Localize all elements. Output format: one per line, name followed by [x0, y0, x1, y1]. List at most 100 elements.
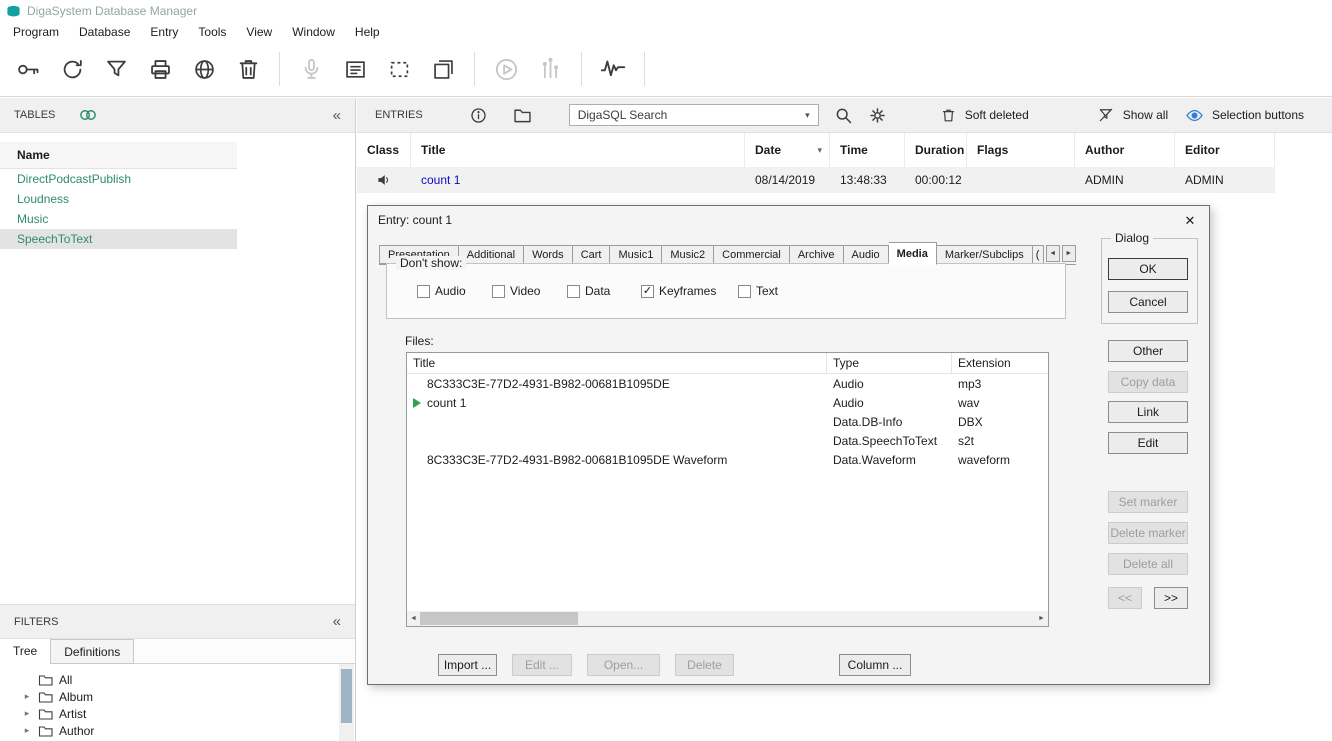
- date-filter-arrow-icon[interactable]: ▾: [817, 145, 822, 156]
- cancel-button[interactable]: Cancel: [1108, 291, 1188, 313]
- checkbox-keyframes[interactable]: ✓ Keyframes: [641, 284, 716, 298]
- checkbox-box[interactable]: [417, 285, 430, 298]
- selection-button[interactable]: [380, 50, 418, 88]
- next-entry-button[interactable]: >>: [1154, 587, 1188, 609]
- key-button[interactable]: [9, 50, 47, 88]
- gear-icon[interactable]: [867, 105, 888, 126]
- checkbox-text[interactable]: Text: [738, 284, 778, 298]
- menu-view[interactable]: View: [236, 23, 282, 41]
- tab-additional[interactable]: Additional: [459, 245, 524, 264]
- checkbox-box[interactable]: ✓: [641, 285, 654, 298]
- tree-scrollbar-thumb[interactable]: [341, 669, 352, 723]
- checkbox-data[interactable]: Data: [567, 284, 610, 298]
- table-item[interactable]: Music: [0, 209, 237, 229]
- tab-music2[interactable]: Music2: [662, 245, 714, 264]
- file-row[interactable]: 8C333C3E-77D2-4931-B982-00681B1095DE Wav…: [407, 450, 1048, 469]
- delete-marker-button[interactable]: Delete marker: [1108, 522, 1188, 544]
- table-item[interactable]: Loudness: [0, 189, 237, 209]
- soft-deleted-toggle[interactable]: Soft deleted: [940, 107, 1029, 124]
- tab-words[interactable]: Words: [524, 245, 573, 264]
- close-icon[interactable]: ✕: [1177, 210, 1203, 232]
- filter-button[interactable]: [97, 50, 135, 88]
- show-all-toggle[interactable]: Show all: [1097, 106, 1168, 124]
- tree-item-album[interactable]: ▸ Album: [0, 688, 355, 705]
- tab-definitions[interactable]: Definitions: [50, 639, 134, 664]
- file-row[interactable]: count 1 Audio wav: [407, 393, 1048, 412]
- column-header-title[interactable]: Title: [411, 133, 745, 167]
- other-button[interactable]: Other: [1108, 340, 1188, 362]
- previous-entry-button[interactable]: <<: [1108, 587, 1142, 609]
- column-header-editor[interactable]: Editor: [1175, 133, 1275, 167]
- column-header-date[interactable]: Date ▾: [745, 133, 830, 167]
- dialog-titlebar[interactable]: Entry: count 1: [368, 206, 1209, 234]
- tree-item-author[interactable]: ▸ Author: [0, 722, 355, 739]
- link-button[interactable]: Link: [1108, 401, 1188, 423]
- tree-item-artist[interactable]: ▸ Artist: [0, 705, 355, 722]
- expand-arrow-icon[interactable]: ▸: [22, 725, 32, 736]
- tab-scroll-left-icon[interactable]: ◄: [1046, 245, 1060, 262]
- selection-buttons-toggle[interactable]: Selection buttons: [1185, 106, 1304, 125]
- tab-marker-subclips[interactable]: Marker/Subclips: [937, 245, 1033, 264]
- tab-audio[interactable]: Audio: [844, 245, 889, 264]
- ok-button[interactable]: OK: [1108, 258, 1188, 280]
- tree-item-all[interactable]: All: [0, 671, 355, 688]
- copy-data-button[interactable]: Copy data: [1108, 371, 1188, 393]
- delete-all-button[interactable]: Delete all: [1108, 553, 1188, 575]
- tab-tree[interactable]: Tree: [0, 639, 50, 664]
- files-column-extension[interactable]: Extension: [952, 353, 1048, 373]
- scroll-left-icon[interactable]: ◄: [407, 611, 420, 626]
- column-header-flags[interactable]: Flags: [967, 133, 1075, 167]
- edit-file-button[interactable]: Edit ...: [512, 654, 572, 676]
- waveform-button[interactable]: [594, 50, 632, 88]
- files-column-title[interactable]: Title: [407, 353, 827, 373]
- menu-help[interactable]: Help: [345, 23, 390, 41]
- new-window-button[interactable]: [424, 50, 462, 88]
- column-header-class[interactable]: Class: [357, 133, 411, 167]
- column-button[interactable]: Column ...: [839, 654, 911, 676]
- tab-cart[interactable]: Cart: [573, 245, 611, 264]
- tree-scrollbar[interactable]: [339, 664, 354, 741]
- checkbox-video[interactable]: Video: [492, 284, 540, 298]
- menu-entry[interactable]: Entry: [140, 23, 188, 41]
- scrollbar-thumb[interactable]: [420, 612, 578, 625]
- checkbox-box[interactable]: [567, 285, 580, 298]
- info-icon[interactable]: [469, 106, 488, 125]
- refresh-button[interactable]: [53, 50, 91, 88]
- tab-archive[interactable]: Archive: [790, 245, 844, 264]
- import-button[interactable]: Import ...: [438, 654, 497, 676]
- checkbox-box[interactable]: [738, 285, 751, 298]
- connections-icon[interactable]: [77, 104, 99, 126]
- menu-database[interactable]: Database: [69, 23, 140, 41]
- checkbox-audio[interactable]: Audio: [417, 284, 466, 298]
- entry-row[interactable]: count 1 08/14/2019 13:48:33 00:00:12 ADM…: [357, 167, 1275, 193]
- folder-icon[interactable]: [512, 105, 533, 126]
- open-button[interactable]: Open...: [587, 654, 660, 676]
- digasql-search-combobox[interactable]: DigaSQL Search ▾: [569, 104, 819, 126]
- search-icon[interactable]: [833, 105, 854, 126]
- chevron-down-icon[interactable]: ▾: [805, 110, 810, 121]
- print-button[interactable]: [141, 50, 179, 88]
- text-entry-button[interactable]: [336, 50, 374, 88]
- file-row[interactable]: 8C333C3E-77D2-4931-B982-00681B1095DE Aud…: [407, 374, 1048, 393]
- tab-scroll-right-icon[interactable]: ►: [1062, 245, 1076, 262]
- tab-music1[interactable]: Music1: [610, 245, 662, 264]
- menu-program[interactable]: Program: [3, 23, 69, 41]
- delete-button[interactable]: [229, 50, 267, 88]
- collapse-filters-button[interactable]: «: [333, 614, 341, 629]
- file-row[interactable]: Data.SpeechToText s2t: [407, 431, 1048, 450]
- delete-file-button[interactable]: Delete: [675, 654, 734, 676]
- edit-button[interactable]: Edit: [1108, 432, 1188, 454]
- scroll-right-icon[interactable]: ►: [1035, 611, 1048, 626]
- menu-window[interactable]: Window: [282, 23, 345, 41]
- files-horizontal-scrollbar[interactable]: ◄ ►: [407, 611, 1048, 626]
- expand-arrow-icon[interactable]: ▸: [22, 708, 32, 719]
- checkbox-box[interactable]: [492, 285, 505, 298]
- menu-tools[interactable]: Tools: [188, 23, 236, 41]
- tables-column-header[interactable]: Name: [0, 142, 237, 169]
- column-header-time[interactable]: Time: [830, 133, 905, 167]
- column-header-duration[interactable]: Duration: [905, 133, 967, 167]
- tab-clipped[interactable]: (: [1033, 245, 1044, 264]
- tab-media[interactable]: Media: [889, 242, 937, 265]
- globe-button[interactable]: [185, 50, 223, 88]
- column-header-author[interactable]: Author: [1075, 133, 1175, 167]
